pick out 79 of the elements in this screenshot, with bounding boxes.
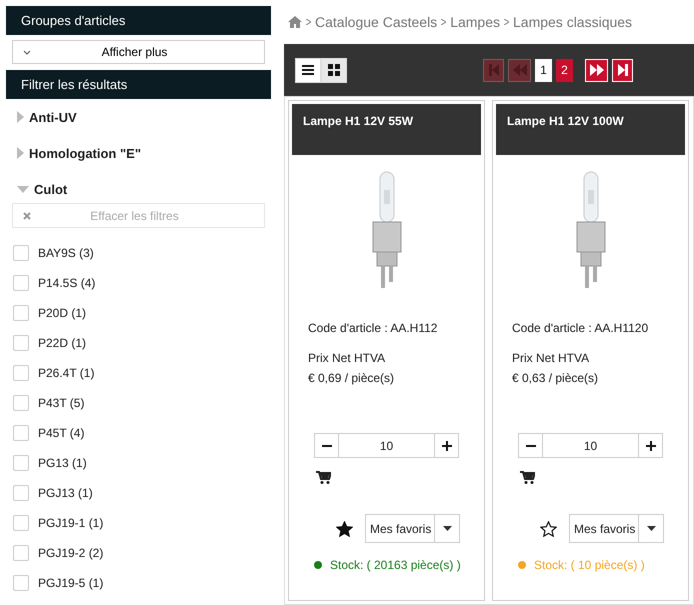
article-code: Code d'article : AA.H1120 [512,321,650,335]
filter-option-label: PGJ19-5 (1) [38,576,104,590]
rewind-icon [512,64,526,76]
checkbox[interactable] [13,275,29,291]
skip-last-icon [618,64,628,76]
checkbox[interactable] [13,335,29,351]
price-label: Prix Net HTVA [308,351,386,365]
filter-option-label: P22D (1) [38,336,86,350]
filter-option-label: PG13 (1) [38,456,87,470]
breadcrumb-link[interactable]: Catalogue Casteels [315,14,438,30]
cart-icon[interactable] [520,471,535,484]
chevron-down-icon [23,50,31,54]
checkbox[interactable] [13,575,29,591]
checkbox[interactable] [13,245,29,261]
show-more-button[interactable]: Afficher plus [12,40,265,64]
favorites-dropdown[interactable]: Mes favoris [365,514,460,543]
quantity-field[interactable]: 10 [543,433,638,458]
caret-down-icon [442,526,452,531]
breadcrumb-link[interactable]: Lampes classiques [513,14,632,30]
filter-option-label: P20D (1) [38,306,86,320]
minus-icon [322,444,332,446]
page-button[interactable]: 1 [535,58,552,82]
star-icon[interactable] [336,520,353,536]
checkbox[interactable] [13,455,29,471]
section-header: Filtrer les résultats [6,70,271,99]
plus-button[interactable] [434,433,459,458]
star-icon[interactable] [540,520,557,536]
plus-button[interactable] [638,433,663,458]
home-icon[interactable] [288,16,302,28]
product-title[interactable]: Lampe H1 12V 55W [292,104,481,155]
article-code: Code d'article : AA.H112 [308,321,438,335]
filter-title[interactable]: Culot [34,182,68,196]
minus-button[interactable] [314,433,339,458]
filter-option-label: PGJ19-2 (2) [38,546,104,560]
checkbox[interactable] [13,425,29,441]
checkbox[interactable] [13,305,29,321]
quantity-field[interactable]: 10 [339,433,434,458]
price: € 0,63 / pièce(s) [512,371,600,385]
cart-icon[interactable] [316,471,331,484]
breadcrumb-separator-icon [441,19,446,25]
page-button[interactable]: 2 [556,58,573,82]
filter-option-label: PGJ13 (1) [38,486,93,500]
checkbox[interactable] [13,515,29,531]
fast-forward-icon [590,64,604,76]
price-label: Prix Net HTVA [512,351,590,365]
next-page-button[interactable] [585,58,608,82]
plus-icon [646,440,656,450]
breadcrumb-link[interactable]: Lampes [450,14,500,30]
filter-option-label: BAY9S (3) [38,246,94,260]
checkbox[interactable] [13,545,29,561]
favorites-dropdown[interactable]: Mes favoris [569,514,664,543]
close-icon [23,212,31,220]
filter-title[interactable]: Anti-UV [29,110,77,124]
filter-option-label: P26.4T (1) [38,366,94,380]
list-view-button[interactable] [295,58,321,82]
minus-icon [526,444,536,446]
filter-option-label: P14.5S (4) [38,276,96,290]
caret-down-icon [646,526,656,531]
breadcrumb-separator-icon [306,19,311,25]
stock-status: Stock: ( 10 pièce(s) ) [534,558,645,572]
stock-status: Stock: ( 20163 pièce(s) ) [330,558,461,572]
plus-icon [442,440,452,450]
filter-option-label: P45T (4) [38,426,84,440]
product-title[interactable]: Lampe H1 12V 100W [496,104,685,155]
grid-view-button[interactable] [321,58,347,82]
filter-title[interactable]: Homologation "E" [29,146,141,160]
price: € 0,69 / pièce(s) [308,371,396,385]
list-icon [302,65,314,75]
checkbox[interactable] [13,485,29,501]
grid-icon [328,64,340,76]
checkbox[interactable] [13,365,29,381]
skip-first-icon [488,64,498,76]
filter-option-label: PGJ19-1 (1) [38,516,104,530]
section-header: Groupes d'articles [6,6,271,35]
filter-option-label: P43T (5) [38,396,84,410]
checkbox[interactable] [13,395,29,411]
minus-button[interactable] [518,433,543,458]
breadcrumb-separator-icon [504,19,509,25]
last-page-button[interactable] [612,58,633,82]
